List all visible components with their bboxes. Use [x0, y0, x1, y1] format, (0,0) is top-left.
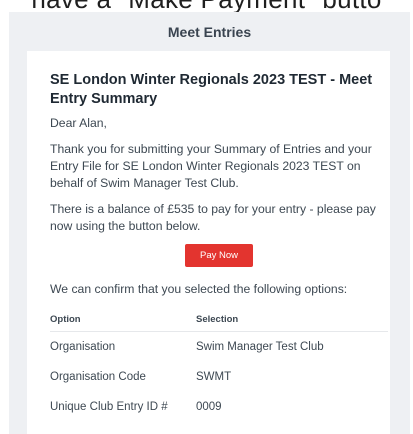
- option-column-header: Option: [50, 308, 196, 332]
- email-header: Meet Entries: [9, 12, 410, 51]
- selection-cell: Swim Manager Test Club: [196, 341, 324, 353]
- option-cell: Organisation Code: [50, 371, 146, 383]
- pay-now-button[interactable]: Pay Now: [184, 244, 253, 267]
- cropped-banner-text: have a "Make Payment" butto: [0, 0, 413, 12]
- options-table-header-row: Option Selection: [50, 308, 388, 332]
- table-row: Organisation Swim Manager Test Club: [50, 332, 388, 363]
- options-intro-paragraph: We can confirm that you selected the fol…: [50, 282, 348, 296]
- option-cell: Organisation: [50, 341, 116, 353]
- options-table: Option Selection Organisation Swim Manag…: [50, 308, 388, 422]
- selection-cell: SWMT: [196, 371, 232, 383]
- email-title: SE London Winter Regionals 2023 TEST - M…: [50, 72, 373, 107]
- email-content: SE London Winter Regionals 2023 TEST - M…: [27, 51, 388, 422]
- selection-cell: 0009: [196, 401, 222, 413]
- pay-button-wrapper: Pay Now: [50, 244, 388, 267]
- table-row: Organisation Code SWMT: [50, 362, 388, 392]
- balance-paragraph: There is a balance of £535 to pay for yo…: [50, 202, 376, 233]
- selection-column-header: Selection: [196, 308, 388, 332]
- email-card: SE London Winter Regionals 2023 TEST - M…: [27, 51, 390, 434]
- greeting: Dear Alan,: [50, 116, 107, 130]
- email-header-title: Meet Entries: [167, 23, 252, 40]
- option-cell: Unique Club Entry ID #: [50, 401, 168, 413]
- submission-paragraph: Thank you for submitting your Summary of…: [50, 142, 372, 190]
- email-background: Meet Entries SE London Winter Regionals …: [9, 12, 410, 434]
- table-row: Unique Club Entry ID # 0009: [50, 392, 388, 422]
